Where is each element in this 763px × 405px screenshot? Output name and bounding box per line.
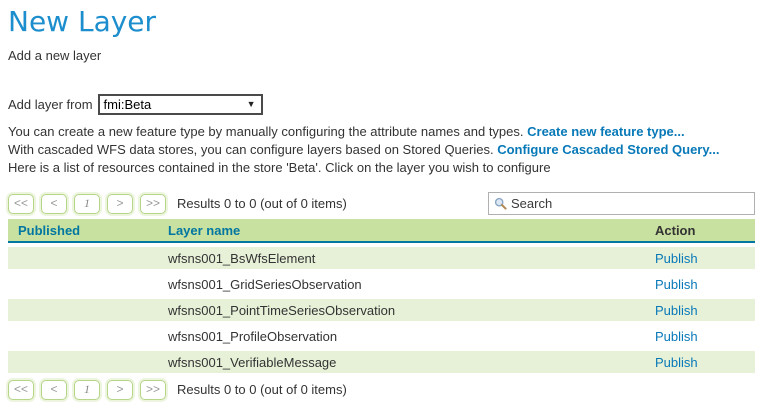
publish-link[interactable]: Publish — [655, 251, 698, 266]
first-page-button[interactable]: << — [8, 194, 34, 214]
table-row: wfsns001_PointTimeSeriesObservation Publ… — [8, 299, 755, 321]
configure-cascaded-stored-query-link[interactable]: Configure Cascaded Stored Query... — [497, 142, 719, 157]
layer-name-cell: wfsns001_VerifiableMessage — [168, 355, 655, 370]
table-row: wfsns001_ProfileObservation Publish — [8, 325, 755, 347]
chevron-down-icon: ▼ — [247, 100, 256, 109]
prev-page-button[interactable]: < — [41, 194, 67, 214]
action-cell: Publish — [655, 355, 755, 370]
layer-table: Published Layer name Action wfsns001_BsW… — [8, 219, 755, 373]
table-row: wfsns001_GridSeriesObservation Publish — [8, 273, 755, 295]
results-count: Results 0 to 0 (out of 0 items) — [177, 382, 347, 397]
layer-name-cell: wfsns001_PointTimeSeriesObservation — [168, 303, 655, 318]
action-cell: Publish — [655, 251, 755, 266]
header-action: Action — [655, 223, 755, 238]
table-row: wfsns001_BsWfsElement Publish — [8, 247, 755, 269]
last-page-button[interactable]: >> — [140, 380, 166, 400]
store-chooser: Add layer from fmi:Beta ▼ — [8, 93, 755, 115]
description-line-3: Here is a list of resources contained in… — [8, 159, 755, 177]
action-cell: Publish — [655, 303, 755, 318]
description-line-2: With cascaded WFS data stores, you can c… — [8, 141, 755, 159]
page-subtitle: Add a new layer — [8, 48, 755, 63]
publish-link[interactable]: Publish — [655, 355, 698, 370]
bottom-pager-row: << < 1 > >> Results 0 to 0 (out of 0 ite… — [8, 378, 755, 401]
description: You can create a new feature type by man… — [8, 123, 755, 177]
publish-link[interactable]: Publish — [655, 303, 698, 318]
store-select-value: fmi:Beta — [104, 97, 152, 112]
next-page-button[interactable]: > — [107, 380, 133, 400]
current-page-button[interactable]: 1 — [74, 380, 100, 400]
current-page-button[interactable]: 1 — [74, 194, 100, 214]
description-text-1: You can create a new feature type by man… — [8, 124, 527, 139]
next-page-button[interactable]: > — [107, 194, 133, 214]
layer-name-cell: wfsns001_BsWfsElement — [168, 251, 655, 266]
create-new-feature-type-link[interactable]: Create new feature type... — [527, 124, 685, 139]
prev-page-button[interactable]: < — [41, 380, 67, 400]
table-row: wfsns001_VerifiableMessage Publish — [8, 351, 755, 373]
layer-name-cell: wfsns001_ProfileObservation — [168, 329, 655, 344]
action-cell: Publish — [655, 329, 755, 344]
publish-link[interactable]: Publish — [655, 277, 698, 292]
sort-published-link[interactable]: Published — [18, 223, 80, 238]
last-page-button[interactable]: >> — [140, 194, 166, 214]
search-icon — [494, 197, 507, 210]
table-header-row: Published Layer name Action — [8, 219, 755, 243]
results-count: Results 0 to 0 (out of 0 items) — [177, 196, 347, 211]
layer-name-cell: wfsns001_GridSeriesObservation — [168, 277, 655, 292]
header-published: Published — [8, 223, 168, 238]
search-input[interactable] — [511, 194, 754, 213]
store-chooser-label: Add layer from — [8, 97, 93, 112]
pager-bottom: << < 1 > >> Results 0 to 0 (out of 0 ite… — [8, 378, 755, 401]
top-pager-row: << < 1 > >> Results 0 to 0 (out of 0 ite… — [8, 192, 755, 215]
sort-layer-name-link[interactable]: Layer name — [168, 223, 240, 238]
first-page-button[interactable]: << — [8, 380, 34, 400]
header-layer-name: Layer name — [168, 223, 655, 238]
search-box — [488, 192, 755, 215]
publish-link[interactable]: Publish — [655, 329, 698, 344]
description-line-1: You can create a new feature type by man… — [8, 123, 755, 141]
page-title: New Layer — [8, 5, 755, 39]
action-cell: Publish — [655, 277, 755, 292]
store-select[interactable]: fmi:Beta ▼ — [98, 94, 263, 115]
description-text-2: With cascaded WFS data stores, you can c… — [8, 142, 497, 157]
